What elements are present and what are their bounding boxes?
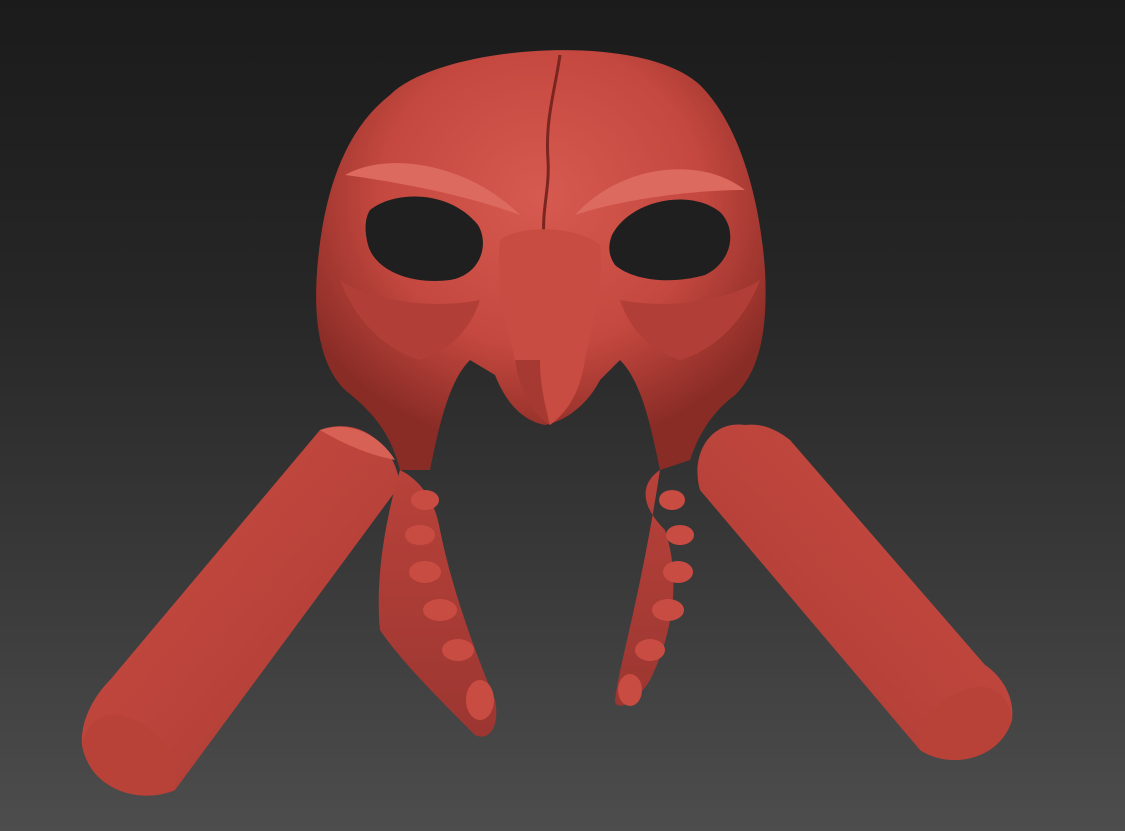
sculpt-render [81, 50, 1013, 796]
left-jaw [378, 470, 497, 737]
right-jaw [615, 470, 694, 706]
3d-viewport[interactable] [0, 0, 1125, 831]
skull [316, 50, 766, 471]
right-tusk [697, 424, 1013, 760]
left-tusk [81, 426, 400, 796]
